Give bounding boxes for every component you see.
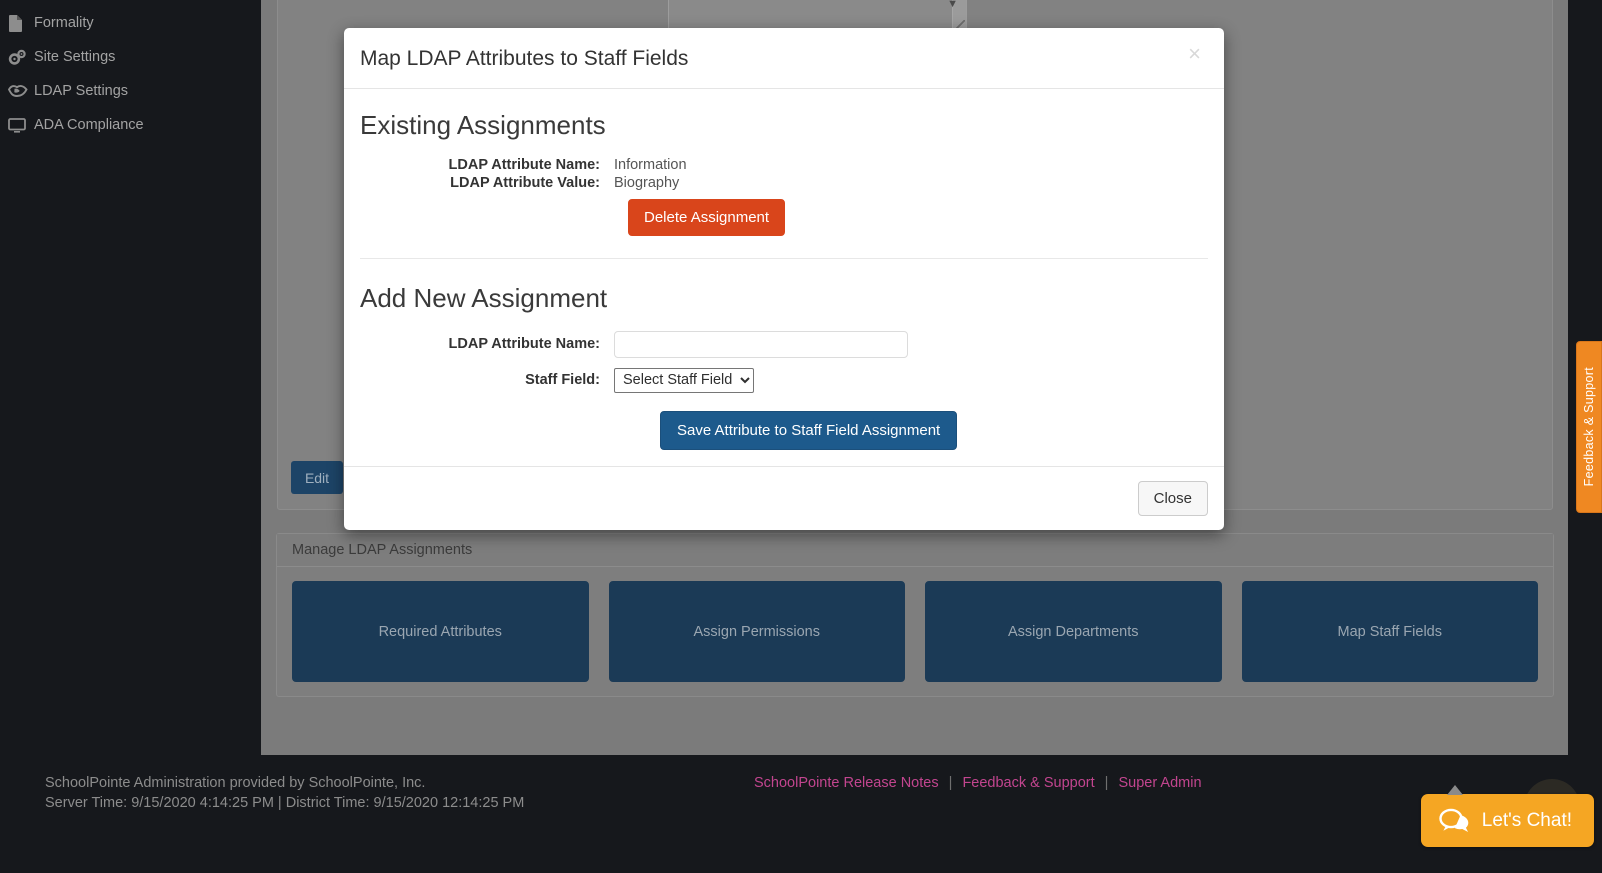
existing-attribute-value-value: Biography xyxy=(614,175,680,192)
existing-attribute-value-row: LDAP Attribute Value: Biography xyxy=(360,175,1208,191)
section-divider xyxy=(360,258,1208,260)
close-icon[interactable]: × xyxy=(1182,42,1207,66)
footer-links: SchoolPointe Release Notes | Feedback & … xyxy=(754,773,1202,793)
modal-footer: Close xyxy=(344,465,1224,530)
sidebar-item-label: ADA Compliance xyxy=(34,117,144,133)
sidebar: Formality Site Settings LDAP Settings AD… xyxy=(0,0,261,873)
app-root: Formality Site Settings LDAP Settings AD… xyxy=(0,0,1602,873)
staff-field-row: Staff Field: Select Staff Field xyxy=(360,367,1208,393)
add-new-assignment-heading: Add New Assignment xyxy=(360,283,608,314)
manage-ldap-assignments-title: Manage LDAP Assignments xyxy=(277,534,1553,567)
existing-attribute-value-label: LDAP Attribute Value: xyxy=(450,175,600,192)
existing-attribute-name-value: Information xyxy=(614,157,687,174)
sidebar-item-label: Formality xyxy=(34,15,94,31)
page-footer: SchoolPointe Administration provided by … xyxy=(0,755,1602,873)
staff-field-label: Staff Field: xyxy=(525,372,600,389)
manage-ldap-assignments-card: Manage LDAP Assignments Required Attribu… xyxy=(276,533,1554,697)
modal-body: Existing Assignments LDAP Attribute Name… xyxy=(344,89,1224,465)
assign-departments-button[interactable]: Assign Departments xyxy=(925,581,1222,682)
feedback-support-tab-label: Feedback & Support xyxy=(1582,367,1596,487)
existing-attribute-name-row: LDAP Attribute Name: Information xyxy=(360,157,1208,173)
desktop-icon xyxy=(8,117,34,133)
modal-header: Map LDAP Attributes to Staff Fields × xyxy=(344,28,1224,90)
modal-title: Map LDAP Attributes to Staff Fields xyxy=(360,47,689,70)
footer-times: Server Time: 9/15/2020 4:14:25 PM | Dist… xyxy=(45,795,525,811)
footer-provided-by: SchoolPointe Administration provided by … xyxy=(45,775,426,791)
gears-icon xyxy=(8,49,34,66)
map-staff-fields-button[interactable]: Map Staff Fields xyxy=(1241,581,1538,682)
required-attributes-button[interactable]: Required Attributes xyxy=(292,581,589,682)
chat-pointer-icon xyxy=(1446,785,1463,795)
sidebar-item-label: Site Settings xyxy=(34,49,116,65)
lets-chat-label: Let's Chat! xyxy=(1481,809,1572,831)
sidebar-item-ldap-settings[interactable]: LDAP Settings xyxy=(0,74,261,108)
edit-button[interactable]: Edit xyxy=(291,461,343,494)
new-attribute-name-row: LDAP Attribute Name: xyxy=(360,330,1208,358)
close-button[interactable]: Close xyxy=(1137,480,1208,516)
release-notes-link[interactable]: SchoolPointe Release Notes xyxy=(754,775,939,791)
existing-attribute-name-label: LDAP Attribute Name: xyxy=(448,157,600,174)
handshake-icon xyxy=(8,84,34,98)
ldap-attribute-name-input[interactable] xyxy=(614,330,908,358)
sidebar-item-formality[interactable]: Formality xyxy=(0,6,261,40)
footer-info: SchoolPointe Administration provided by … xyxy=(45,773,524,813)
assign-permissions-button[interactable]: Assign Permissions xyxy=(608,581,905,682)
file-icon xyxy=(8,14,34,32)
sidebar-item-label: LDAP Settings xyxy=(34,83,129,99)
chat-bubble-icon xyxy=(1439,808,1470,833)
feedback-support-tab[interactable]: Feedback & Support xyxy=(1576,341,1602,513)
chevron-down-icon[interactable]: ▼ xyxy=(947,0,958,14)
super-admin-link[interactable]: Super Admin xyxy=(1118,775,1201,791)
delete-assignment-button[interactable]: Delete Assignment xyxy=(628,199,786,237)
link-separator: | xyxy=(948,775,953,791)
link-separator: | xyxy=(1104,775,1109,791)
sidebar-item-ada-compliance[interactable]: ADA Compliance xyxy=(0,108,261,142)
existing-assignments-heading: Existing Assignments xyxy=(360,110,606,141)
feedback-support-link[interactable]: Feedback & Support xyxy=(962,775,1094,791)
staff-field-select[interactable]: Select Staff Field xyxy=(614,367,754,393)
lets-chat-button[interactable]: Let's Chat! xyxy=(1420,785,1594,847)
sidebar-item-site-settings[interactable]: Site Settings xyxy=(0,40,261,74)
map-ldap-attributes-modal: Map LDAP Attributes to Staff Fields × Ex… xyxy=(344,28,1224,530)
manage-ldap-assignments-buttons: Required Attributes Assign Permissions A… xyxy=(277,567,1553,698)
new-attribute-name-label: LDAP Attribute Name: xyxy=(448,336,600,353)
save-attribute-assignment-button[interactable]: Save Attribute to Staff Field Assignment xyxy=(660,410,958,450)
